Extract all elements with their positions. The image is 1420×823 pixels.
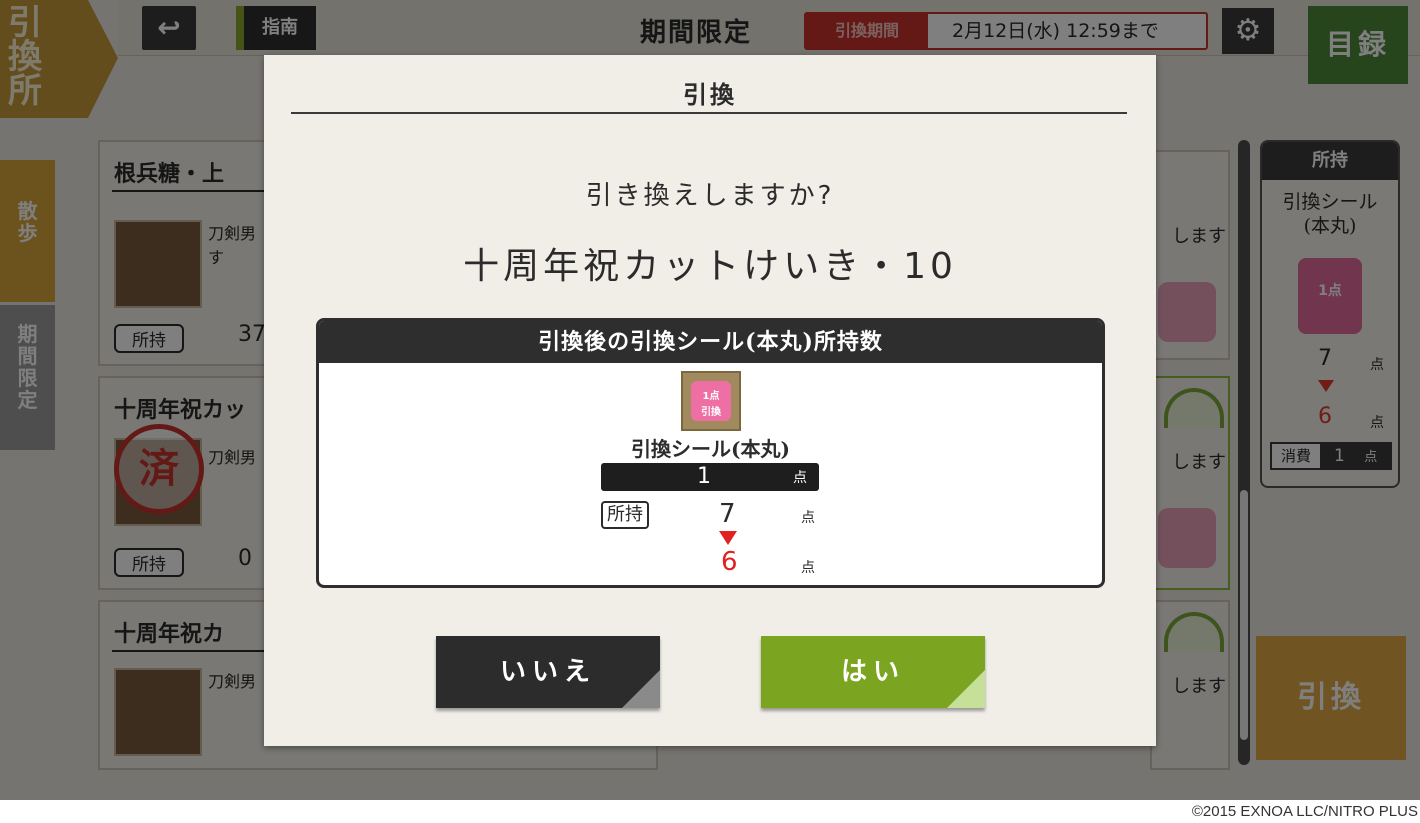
no-button[interactable]: いいえ <box>436 636 660 708</box>
result-header: 引換後の引換シール(本丸)所持数 <box>319 321 1102 363</box>
result-box: 引換後の引換シール(本丸)所持数 1点 引換 引換シール(本丸) 1 点 所持 … <box>316 318 1105 588</box>
confirm-question: 引き換えしますか? <box>585 181 835 211</box>
exchange-confirm-dialog: 引換 引き換えしますか? 十周年祝カットけいき・10 引換後の引換シール(本丸)… <box>264 55 1156 746</box>
game-screen: 引換所 ↩ 指南 期間限定 引換期間 2月12日(水) 12:59まで ⚙ 目録… <box>0 0 1420 800</box>
item-name: 十周年祝カットけいき・10 <box>463 246 957 287</box>
cost-unit: 点 <box>793 470 807 486</box>
down-arrow-icon <box>719 531 737 545</box>
owned-label: 所持 <box>601 501 649 529</box>
after-value: 6 <box>721 547 738 577</box>
yes-button[interactable]: はい <box>761 636 985 708</box>
yes-button-label: はい <box>840 657 905 687</box>
before-unit: 点 <box>801 510 815 526</box>
no-button-label: いいえ <box>499 657 596 687</box>
copyright: ©2015 EXNOA LLC/NITRO PLUS <box>1191 803 1418 820</box>
before-value: 7 <box>719 499 736 529</box>
corner-accent <box>947 670 985 708</box>
seal-thumbnail: 1点 引換 <box>681 371 741 431</box>
seal-name: 引換シール(本丸) <box>631 437 790 461</box>
cost-value: 1 <box>697 464 711 489</box>
cost-bar: 1 点 <box>601 463 819 491</box>
after-unit: 点 <box>801 560 815 576</box>
sakura-seal-icon: 1点 引換 <box>691 381 731 421</box>
corner-accent <box>622 670 660 708</box>
divider <box>291 112 1127 114</box>
dialog-title: 引換 <box>683 80 737 109</box>
